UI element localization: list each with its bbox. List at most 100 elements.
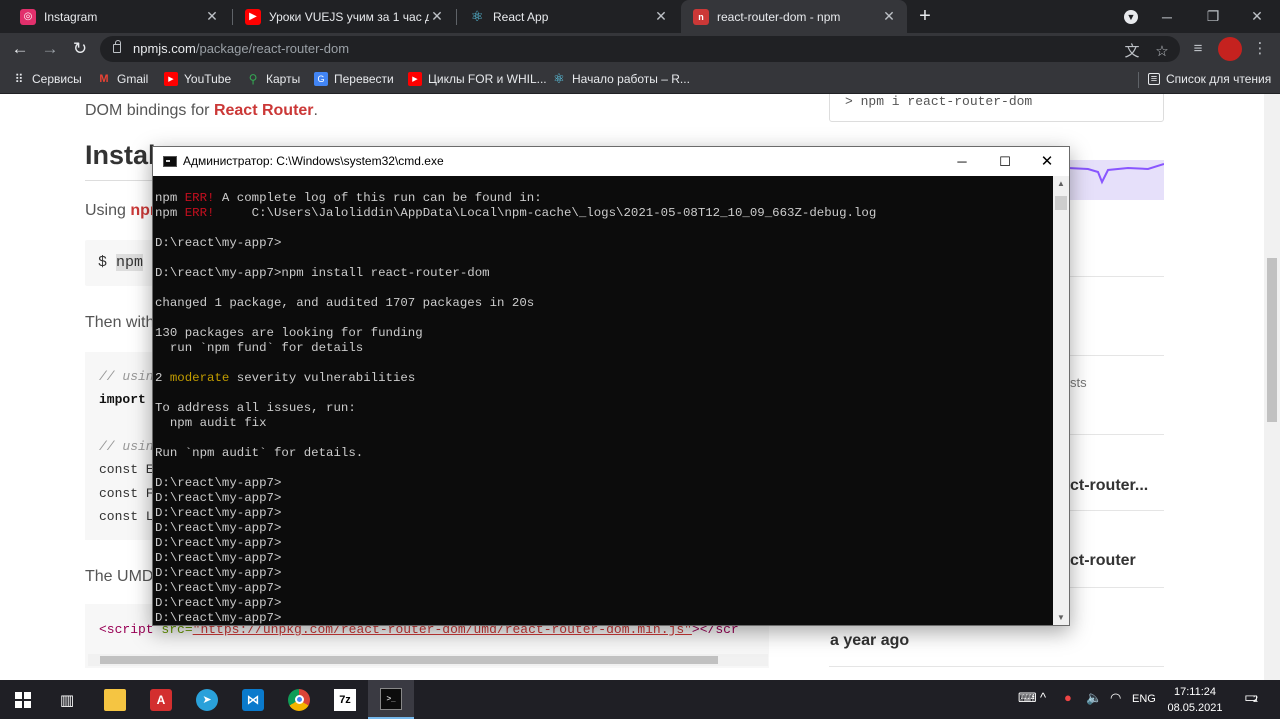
bookmark-label: YouTube [184, 72, 232, 86]
cmd-title-bar[interactable]: Администратор: C:\Windows\system32\cmd.e… [153, 147, 1069, 176]
profile-avatar[interactable] [1218, 37, 1242, 61]
cmd-icon [163, 156, 177, 167]
console-line: 2 moderate severity vulnerabilities [155, 371, 416, 385]
translate-icon[interactable]: 文 [1120, 40, 1144, 64]
telegram-button[interactable]: ➤ [184, 680, 230, 719]
bookmark-translate[interactable]: G Перевести [314, 70, 394, 88]
last-publish-text: a year ago [830, 632, 910, 649]
address-bar[interactable]: npmjs.com/package/react-router-dom 文 ☆ [100, 36, 1180, 62]
react-router-link[interactable]: React Router [214, 102, 314, 119]
url-path: /package/react-router-dom [195, 41, 350, 56]
bookmark-react-start[interactable]: ⚛ Начало работы – R... [552, 70, 690, 88]
scroll-down-icon[interactable]: ▼ [1057, 613, 1065, 622]
react-icon: ⚛ [553, 71, 565, 86]
youtube-icon: ▶ [408, 72, 422, 86]
tab-instagram[interactable]: ◎ Instagram ✕ [8, 0, 230, 33]
minimize-icon[interactable]: ─ [940, 147, 984, 176]
reading-list[interactable]: ≡ Список для чтения [1148, 70, 1271, 88]
console-line: D:\react\my-app7> [155, 476, 282, 490]
code-import: import [99, 392, 146, 407]
bookmark-services[interactable]: ⠿ Сервисы [12, 70, 82, 88]
umd-text: The UMD [85, 568, 154, 585]
bookmark-star-icon[interactable]: ☆ [1150, 40, 1174, 64]
code-comment: // usin [99, 439, 154, 454]
console-line: D:\react\my-app7> [155, 551, 282, 565]
gmail-icon: M [99, 73, 109, 85]
task-view-icon: ▥ [59, 691, 75, 709]
intro-text: DOM bindings for React Router. [85, 102, 318, 120]
language-indicator[interactable]: ENG [1132, 693, 1156, 705]
page-scroll-thumb[interactable] [1267, 258, 1277, 422]
show-hidden-icons-icon[interactable]: ^ [1040, 690, 1046, 705]
lock-icon[interactable] [113, 40, 121, 53]
code-scroll-thumb[interactable] [100, 656, 718, 664]
file-explorer-button[interactable] [92, 680, 138, 719]
volume-icon[interactable]: 🔈 [1086, 690, 1102, 706]
close-tab-icon[interactable]: ✕ [429, 8, 445, 25]
tab-react-router-dom[interactable]: n react-router-dom - npm ✕ [681, 0, 907, 33]
bookmark-label: Циклы FOR и WHIL... [428, 72, 547, 86]
vscode-button[interactable]: ⋈ [230, 680, 276, 719]
forward-arrow-icon[interactable]: → [38, 37, 62, 61]
close-icon[interactable]: ✕ [1234, 0, 1280, 33]
network-icon[interactable]: ◠ [1110, 690, 1121, 706]
chrome-icon [288, 688, 310, 711]
new-tab-button[interactable]: + [914, 5, 936, 27]
close-tab-icon[interactable]: ✕ [204, 8, 220, 25]
restore-icon[interactable]: ❐ [1190, 0, 1236, 33]
downloads-sparkline [1067, 160, 1165, 200]
npm-command: npm [116, 254, 144, 271]
acrobat-button[interactable]: A [138, 680, 184, 719]
tab-vuejs[interactable]: ▶ Уроки VUEJS учим за 1 час для ✕ [233, 0, 455, 33]
intro-suffix: . [313, 102, 318, 119]
console-line: D:\react\my-app7> [155, 566, 282, 580]
cmd-scrollbar[interactable]: ▲ ▼ [1053, 176, 1069, 625]
bookmark-youtube[interactable]: ▶ YouTube [164, 70, 231, 88]
reload-icon[interactable]: ↻ [68, 37, 92, 61]
bookmarks-bar: ⠿ Сервисы M Gmail ▶ YouTube ⚲ Карты G Пе… [0, 65, 1280, 94]
youtube-icon: ▶ [245, 8, 261, 25]
windows-taskbar: ▥ A ➤ ⋈ 7z >_ ⌨ ^ ● 🔈 ◠ ENG 17:11:24 08.… [0, 680, 1280, 719]
start-button[interactable] [0, 680, 46, 719]
console-line: D:\react\my-app7> [155, 581, 282, 595]
7zip-button[interactable]: 7z [322, 680, 368, 719]
close-tab-icon[interactable]: ✕ [881, 8, 897, 25]
tab-title: Уроки VUEJS учим за 1 час для [269, 9, 429, 24]
system-clock[interactable]: 17:11:24 08.05.2021 [1158, 684, 1232, 716]
keyboard-icon[interactable]: ⌨ [1018, 690, 1037, 706]
notifications-icon[interactable]: ▭ 2 [1244, 688, 1258, 706]
sidebar-homepage-link[interactable]: ct-router [1070, 552, 1136, 570]
clock-date: 08.05.2021 [1167, 702, 1223, 714]
cmd-scroll-thumb[interactable] [1055, 196, 1067, 210]
windows-logo-icon [12, 689, 34, 711]
back-arrow-icon[interactable]: ← [8, 37, 32, 61]
using-label: Using [85, 202, 131, 219]
bookmark-cycles[interactable]: ▶ Циклы FOR и WHIL... [408, 70, 547, 88]
cmd-title: Администратор: C:\Windows\system32\cmd.e… [183, 154, 444, 168]
maximize-icon[interactable]: ☐ [983, 147, 1027, 176]
sidebar-stats-text: sts [1070, 375, 1087, 390]
sidebar-repo-link[interactable]: ct-router... [1070, 477, 1148, 495]
close-tab-icon[interactable]: ✕ [653, 8, 669, 25]
task-view-button[interactable]: ▥ [44, 680, 90, 719]
bookmark-gmail[interactable]: M Gmail [97, 70, 148, 88]
media-control-icon[interactable]: ≡ [1186, 37, 1210, 61]
scroll-up-icon[interactable]: ▲ [1057, 179, 1065, 188]
console-line: D:\react\my-app7> [155, 611, 282, 625]
antivirus-icon[interactable]: ● [1064, 690, 1072, 705]
close-icon[interactable]: ✕ [1025, 147, 1069, 176]
page-scrollbar[interactable] [1264, 94, 1280, 680]
tab-react-app[interactable]: ⚛ React App ✕ [457, 0, 679, 33]
bookmark-maps[interactable]: ⚲ Карты [246, 70, 301, 88]
cmd-console-output[interactable]: npm ERR! A complete log of this run can … [153, 176, 1053, 625]
bookmarks-separator [1138, 72, 1139, 88]
cmd-taskbar-button[interactable]: >_ [368, 680, 414, 719]
bookmark-label: Начало работы – R... [572, 72, 690, 86]
minimize-icon[interactable]: ─ [1144, 0, 1190, 33]
menu-dots-icon[interactable]: ⋮ [1248, 37, 1272, 61]
code-horizontal-scrollbar[interactable] [88, 654, 768, 666]
chrome-button[interactable] [276, 680, 322, 719]
url-text[interactable]: npmjs.com/package/react-router-dom [133, 41, 349, 56]
install-command-text[interactable]: > npm i react-router-dom [845, 94, 1032, 109]
cmd-window[interactable]: Администратор: C:\Windows\system32\cmd.e… [152, 146, 1070, 626]
